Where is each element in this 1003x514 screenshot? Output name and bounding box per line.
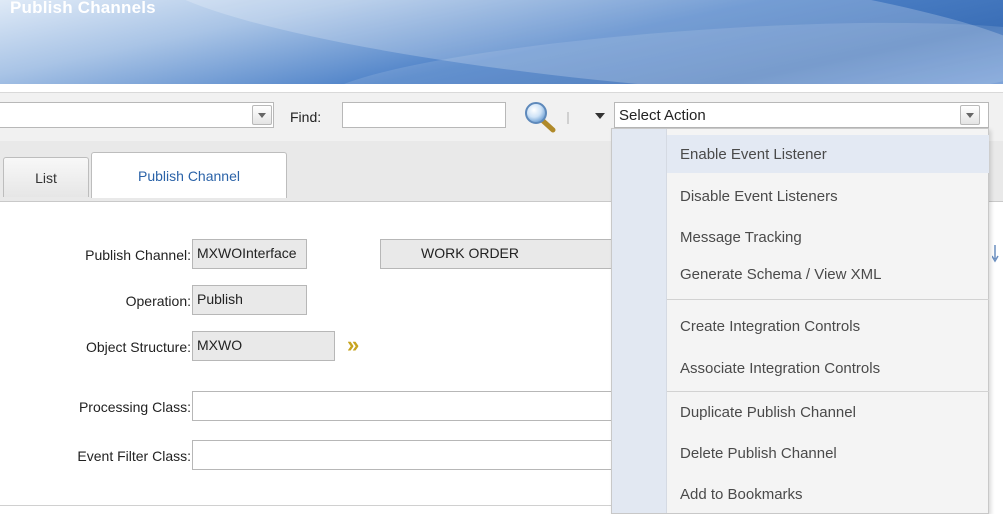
menu-item-label: Add to Bookmarks (680, 485, 803, 503)
menu-icon-gutter (612, 129, 667, 513)
object-structure-field[interactable]: MXWO (192, 331, 335, 361)
menu-item-duplicate-publish-channel[interactable]: Duplicate Publish Channel (667, 393, 989, 431)
tab-publish-channel[interactable]: Publish Channel (91, 152, 287, 198)
chevron-down-icon (258, 112, 266, 118)
action-menu-arrow[interactable] (595, 113, 605, 119)
menu-item-label: Duplicate Publish Channel (680, 403, 856, 421)
operation-label: Operation: (125, 293, 191, 309)
find-input[interactable] (342, 102, 506, 128)
menu-separator (667, 299, 989, 300)
select-action-menu: Enable Event Listener Disable Event List… (611, 128, 989, 514)
query-dropdown-button[interactable] (252, 105, 272, 125)
select-action-value: Select Action (619, 107, 706, 124)
menu-item-label: Disable Event Listeners (680, 187, 838, 205)
search-icon[interactable] (522, 100, 558, 134)
processing-class-input[interactable] (192, 391, 615, 421)
select-action-dropdown[interactable]: Select Action (614, 102, 989, 128)
operation-field[interactable]: Publish (192, 285, 307, 315)
menu-item-delete-publish-channel[interactable]: Delete Publish Channel (667, 434, 989, 472)
menu-item-message-tracking[interactable]: Message Tracking (667, 218, 989, 256)
menu-item-label: Generate Schema / View XML (680, 265, 882, 283)
caret-down-icon (595, 113, 605, 119)
go-to-object-structure-icon[interactable]: » (347, 332, 359, 358)
menu-item-create-integration-controls[interactable]: Create Integration Controls (667, 307, 989, 345)
query-select[interactable] (0, 102, 274, 128)
menu-separator (667, 391, 989, 392)
description-field[interactable]: WORK ORDER (380, 239, 615, 269)
select-action-dropdown-button[interactable] (960, 105, 980, 125)
menu-item-label: Associate Integration Controls (680, 359, 881, 377)
object-structure-label: Object Structure: (85, 339, 191, 355)
arrow-icon[interactable] (991, 245, 1000, 263)
toolbar-divider (567, 112, 569, 124)
find-label: Find: (290, 109, 322, 125)
menu-item-label: Message Tracking (680, 228, 802, 246)
menu-item-associate-integration-controls[interactable]: Associate Integration Controls (667, 349, 989, 387)
menu-item-label: Delete Publish Channel (680, 444, 837, 462)
menu-item-add-to-bookmarks[interactable]: Add to Bookmarks (667, 475, 989, 513)
section-divider (0, 505, 615, 506)
event-filter-class-input[interactable] (192, 440, 615, 470)
event-filter-class-label: Event Filter Class: (77, 448, 191, 464)
menu-item-disable-event-listeners[interactable]: Disable Event Listeners (667, 177, 989, 215)
menu-item-generate-schema[interactable]: Generate Schema / View XML (667, 255, 989, 293)
tab-label: List (35, 169, 57, 186)
page-title: Publish Channels (10, 0, 156, 17)
menu-item-enable-event-listener[interactable]: Enable Event Listener (667, 135, 989, 173)
app-header: Publish Channels (0, 0, 1003, 84)
chevron-down-icon (966, 112, 974, 118)
tab-label: Publish Channel (138, 167, 240, 184)
publish-channel-label: Publish Channel: (85, 247, 191, 263)
processing-class-label: Processing Class: (78, 399, 191, 415)
menu-item-label: Create Integration Controls (680, 317, 861, 335)
tab-list[interactable]: List (3, 157, 89, 197)
publish-channel-field[interactable]: MXWOInterface (192, 239, 307, 269)
menu-item-label: Enable Event Listener (680, 145, 827, 163)
